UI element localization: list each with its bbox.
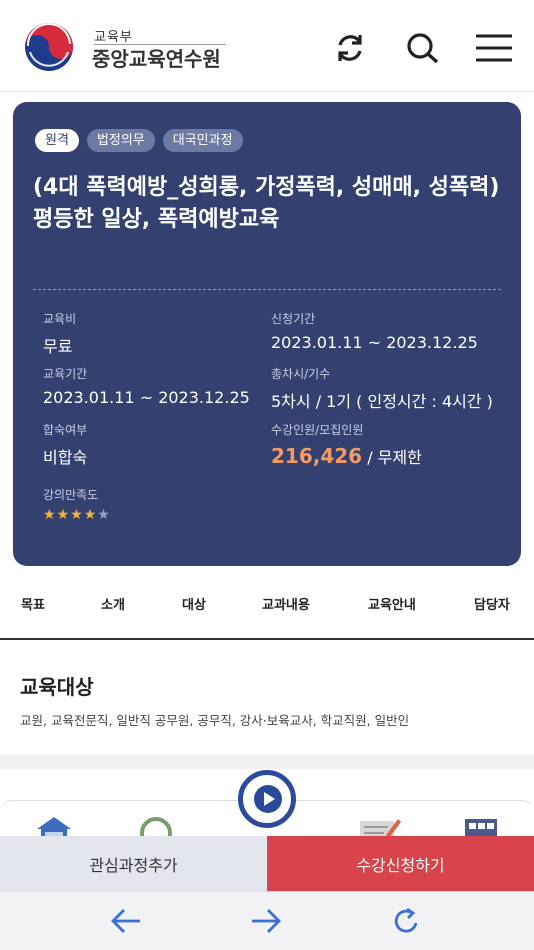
sessions-label: 총차시/기수	[271, 367, 331, 381]
tab-contact[interactable]: 담당자	[474, 594, 510, 613]
browser-back-button[interactable]	[108, 903, 144, 939]
section-separator	[0, 755, 534, 769]
taegeuk-logo-icon	[25, 23, 73, 71]
lodging-field: 합숙여부 비합숙	[43, 421, 87, 468]
menu-button[interactable]	[474, 28, 514, 68]
app-header: 교육부 중앙교육연수원	[0, 0, 534, 92]
fee-label: 교육비	[43, 312, 77, 326]
add-favorite-button[interactable]: 관심과정추가	[0, 836, 267, 891]
star-filled-icon: ★	[83, 507, 97, 523]
rating-field: 강의만족도 ★ ★ ★ ★ ★	[43, 486, 110, 523]
tag-remote: 원격	[35, 129, 79, 152]
enrollment-label: 수강인원/모집인원	[271, 423, 364, 437]
apply-period-field: 신청기간 2023.01.11 ~ 2023.12.25	[271, 310, 478, 352]
course-tags: 원격 법정의무 대국민과정	[35, 129, 243, 152]
course-summary-card: 원격 법정의무 대국민과정 (4대 폭력예방_성희롱, 가정폭력, 성매매, 성…	[13, 102, 521, 566]
refresh-icon	[338, 35, 362, 61]
star-filled-icon: ★	[70, 507, 83, 523]
enrollment-value: 216,426 / 무제한	[271, 444, 422, 468]
arrow-left-icon	[111, 909, 140, 933]
course-title: (4대 폭력예방_성희롱, 가정폭력, 성매매, 성폭력)평등한 일상, 폭력예…	[33, 175, 500, 232]
tab-curriculum[interactable]: 교과내용	[262, 594, 310, 613]
course-detail-tabs: 목표 소개 대상 교과내용 교육안내 담당자	[0, 582, 534, 640]
search-icon	[407, 33, 439, 64]
edu-period-field: 교육기간 2023.01.11 ~ 2023.12.25	[43, 365, 250, 407]
tab-intro[interactable]: 소개	[101, 594, 125, 613]
ministry-logo[interactable]	[20, 22, 78, 72]
lodging-label: 합숙여부	[43, 423, 88, 437]
fee-field: 교육비 무료	[43, 310, 76, 357]
play-video-button[interactable]	[238, 770, 296, 828]
rating-stars: ★ ★ ★ ★ ★	[43, 507, 110, 523]
refresh-button[interactable]	[330, 28, 370, 68]
star-empty-icon: ★	[97, 507, 110, 523]
card-divider	[33, 289, 501, 290]
apply-period-value: 2023.01.11 ~ 2023.12.25	[271, 333, 478, 352]
fee-value: 무료	[43, 337, 73, 356]
edu-period-value: 2023.01.11 ~ 2023.12.25	[43, 388, 250, 407]
browser-toolbar	[0, 891, 534, 950]
reload-icon	[394, 907, 418, 933]
browser-reload-button[interactable]	[388, 903, 424, 939]
tag-mandatory: 법정의무	[86, 129, 155, 152]
enrollment-limit: / 무제한	[367, 448, 422, 467]
lodging-value: 비합숙	[43, 448, 88, 467]
enrollment-count: 216,426	[271, 444, 363, 468]
search-button[interactable]	[402, 28, 442, 68]
menu-icon	[476, 34, 512, 62]
apply-period-label: 신청기간	[271, 312, 316, 326]
rating-label: 강의만족도	[43, 488, 99, 502]
course-actions: 관심과정추가 수강신청하기	[0, 836, 534, 891]
star-filled-icon: ★	[56, 507, 70, 523]
browser-forward-button[interactable]	[248, 903, 284, 939]
sessions-field: 총차시/기수 5차시 / 1기 ( 인정시간 : 4시간 )	[271, 365, 493, 412]
tab-goal[interactable]: 목표	[21, 594, 45, 613]
enrollment-field: 수강인원/모집인원 216,426 / 무제한	[271, 421, 422, 468]
apply-course-button[interactable]: 수강신청하기	[267, 836, 534, 891]
tab-target[interactable]: 대상	[182, 594, 206, 613]
tag-public: 대국민과정	[162, 129, 243, 152]
section-title: 교육대상	[20, 675, 94, 699]
star-filled-icon: ★	[43, 507, 56, 523]
arrow-right-icon	[252, 909, 281, 933]
tab-guide[interactable]: 교육안내	[368, 594, 416, 613]
edu-period-label: 교육기간	[43, 367, 88, 381]
play-icon	[254, 785, 282, 813]
sessions-value: 5차시 / 1기 ( 인정시간 : 4시간 )	[271, 392, 493, 411]
logo-title: 중앙교육연수원	[92, 47, 221, 71]
section-body: 교원, 교육전문직, 일반직 공무원, 공무직, 강사·보육교사, 학교직원, …	[20, 713, 410, 728]
